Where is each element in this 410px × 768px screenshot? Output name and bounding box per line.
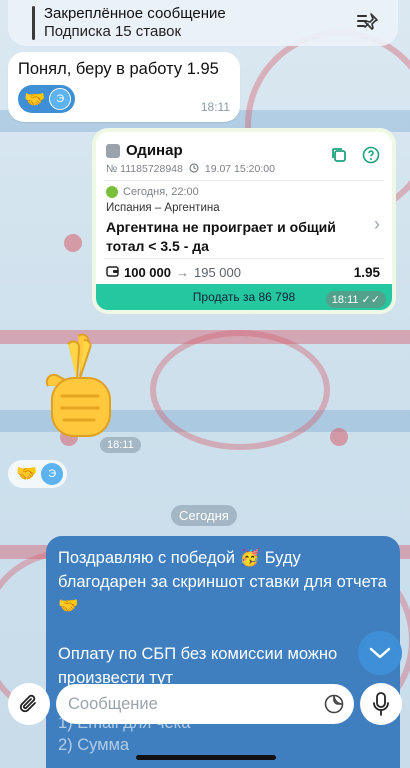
message-input[interactable]: Сообщение bbox=[56, 684, 354, 724]
message-text: Поздравляю с победой 🥳 Буду благодарен з… bbox=[58, 549, 387, 615]
fingers-crossed-sticker[interactable] bbox=[34, 330, 124, 446]
clock-icon bbox=[189, 163, 199, 176]
bet-message[interactable]: Одинар № 11185728948 19.07 15:20:00 Сего… bbox=[92, 128, 396, 314]
reaction-chip[interactable]: 🤝 Э bbox=[8, 460, 68, 488]
bet-datetime: 19.07 15:20:00 bbox=[204, 163, 275, 175]
bet-stake: 100 000 bbox=[124, 265, 171, 280]
paperclip-icon bbox=[19, 694, 36, 713]
sticker-time: 18:11 bbox=[100, 437, 141, 453]
football-icon bbox=[106, 186, 118, 198]
copy-icon[interactable] bbox=[330, 146, 348, 169]
bet-win: 195 000 bbox=[194, 265, 241, 280]
mic-button[interactable] bbox=[360, 683, 402, 725]
pinned-title: Закреплённое сообщение bbox=[44, 5, 226, 22]
sticker-icon[interactable] bbox=[324, 694, 344, 719]
message-text: Оплату по СБП без комиссии можно произве… bbox=[58, 645, 338, 687]
event-date: Сегодня, 22:00 bbox=[123, 186, 199, 198]
incoming-message[interactable]: Понял, беру в работу 1.95 🤝 Э 18:11 bbox=[8, 52, 240, 122]
arrow: → bbox=[176, 265, 189, 280]
date-divider: Сегодня bbox=[171, 505, 237, 526]
sell-label: Продать за 86 798 bbox=[192, 290, 296, 304]
bet-outcome: Аргентина не проиграет и общий тотал < 3… bbox=[106, 219, 336, 254]
bet-odds: 1.95 bbox=[353, 265, 380, 280]
microphone-icon bbox=[373, 692, 389, 716]
home-indicator bbox=[136, 755, 276, 760]
message-placeholder: Сообщение bbox=[68, 694, 158, 713]
pinned-message-bar[interactable]: Закреплённое сообщение Подписка 15 ставо… bbox=[8, 0, 398, 46]
event-match: Испания – Аргентина bbox=[106, 202, 220, 214]
avatar: Э bbox=[49, 88, 72, 110]
bet-type-icon bbox=[106, 143, 120, 158]
bet-type: Одинар bbox=[126, 142, 183, 159]
attach-button[interactable] bbox=[8, 683, 50, 725]
avatar: Э bbox=[41, 463, 64, 485]
incoming-message[interactable]: Поздравляю с победой 🥳 Буду благодарен з… bbox=[46, 536, 400, 768]
chevron-right-icon[interactable]: › bbox=[374, 214, 380, 235]
bet-card[interactable]: Одинар № 11185728948 19.07 15:20:00 Сего… bbox=[96, 132, 392, 310]
pin-list-icon[interactable] bbox=[356, 12, 380, 34]
reaction-chip[interactable]: 🤝 Э bbox=[18, 85, 76, 113]
handshake-icon: 🤝 bbox=[24, 89, 46, 109]
wallet-icon bbox=[106, 265, 119, 280]
message-time: 18:11 ✓✓ bbox=[325, 291, 386, 308]
bet-event[interactable]: Сегодня, 22:00 Испания – Аргентина Арген… bbox=[106, 186, 362, 256]
help-icon[interactable] bbox=[362, 146, 380, 169]
pinned-subtitle: Подписка 15 ставок bbox=[44, 23, 182, 40]
chevron-down-icon bbox=[369, 647, 391, 659]
scroll-down-button[interactable] bbox=[358, 631, 402, 675]
bet-number: № 11185728948 bbox=[106, 163, 183, 175]
message-text: 2) Сумма bbox=[58, 736, 130, 754]
pinned-indicator bbox=[32, 6, 35, 40]
message-text: Понял, беру в работу 1.95 bbox=[18, 60, 219, 78]
handshake-icon: 🤝 bbox=[16, 464, 38, 483]
message-time: 18:11 bbox=[200, 100, 230, 114]
